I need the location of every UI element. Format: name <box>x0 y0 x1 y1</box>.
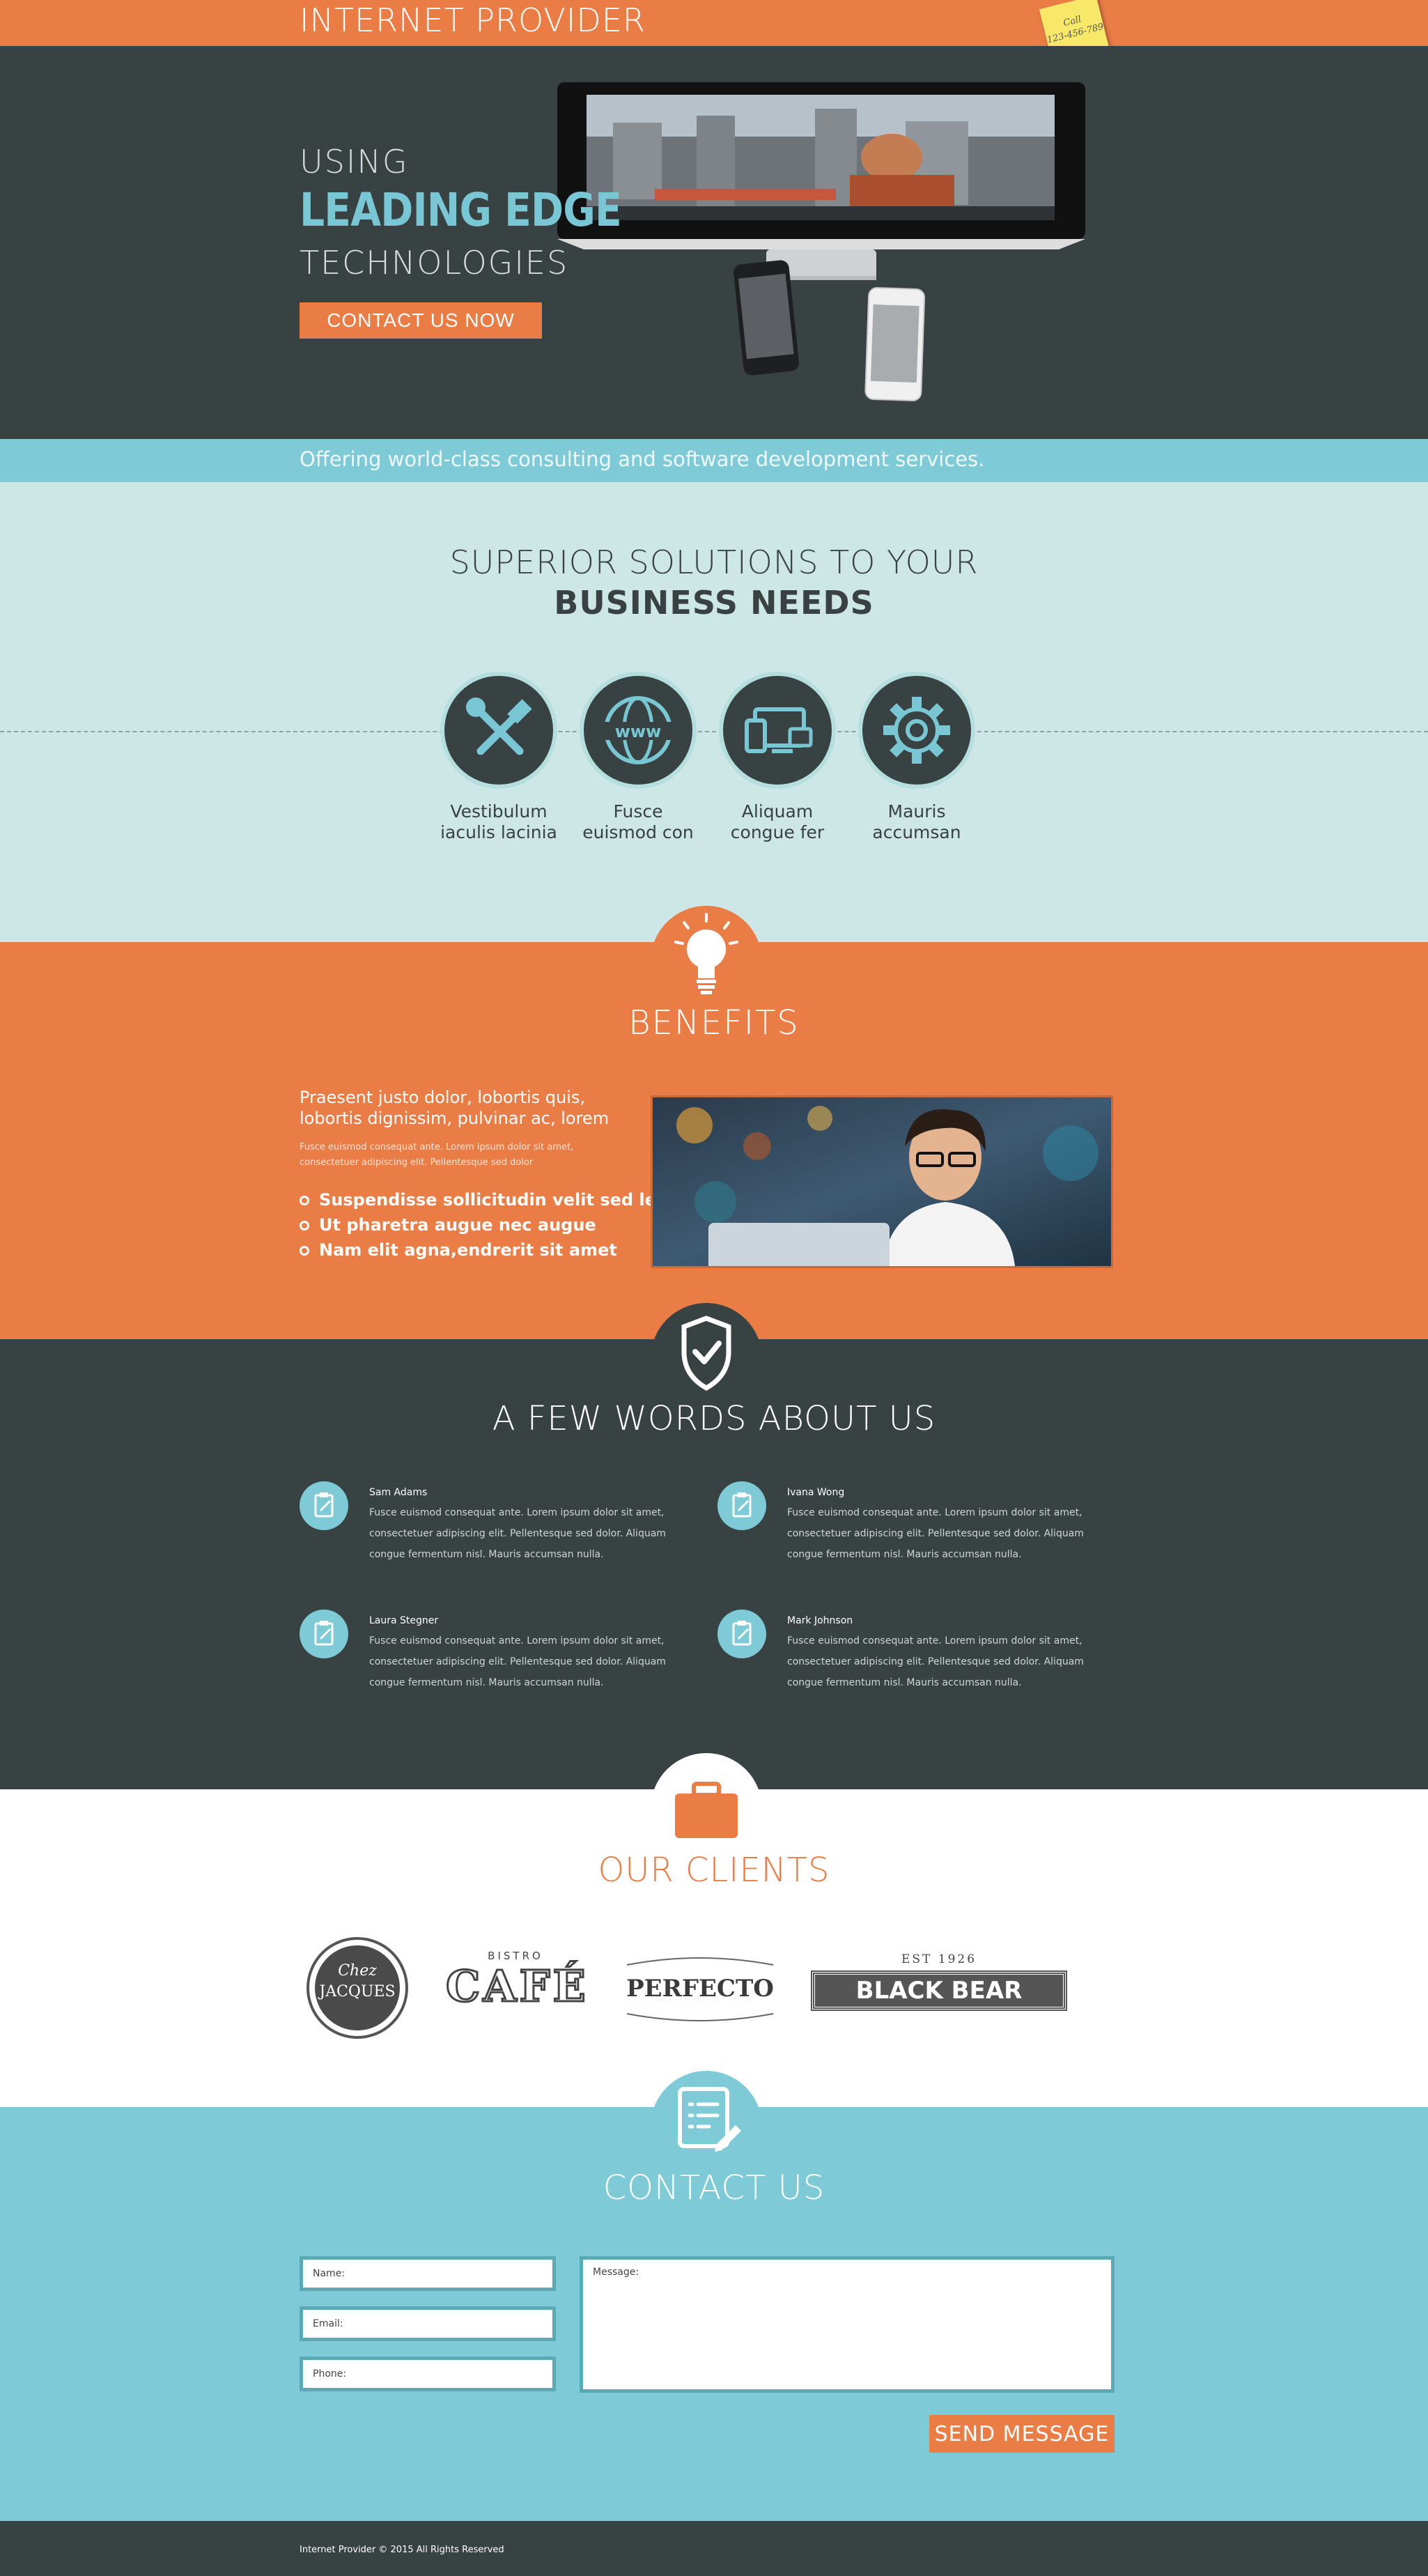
client-logo-perfecto[interactable]: PERFECTO <box>620 1951 780 2028</box>
contact-us-now-button[interactable]: CONTACT US NOW <box>300 302 542 339</box>
benefits-title: BENEFITS <box>628 1003 800 1042</box>
benefit-bullet-2: Ut pharetra augue nec augue <box>300 1215 596 1235</box>
benefit-bullet-3: Nam elit agna,endrerit sit amet <box>300 1240 617 1260</box>
form-edit-icon <box>678 2087 741 2152</box>
about-badge <box>651 1303 762 1414</box>
testimonial-name-1: Sam Adams <box>369 1487 428 1498</box>
benefits-badge <box>651 906 762 1017</box>
devices-icon <box>745 707 813 753</box>
name-field[interactable] <box>300 2256 556 2291</box>
client-logo-black-bear[interactable]: EST 1926 BLACK BEAR <box>811 1952 1067 2011</box>
email-field[interactable] <box>300 2306 556 2341</box>
solution-settings[interactable] <box>858 672 975 789</box>
testimonial-name-4: Mark Johnson <box>787 1615 853 1626</box>
clipboard-edit-icon <box>732 1493 752 1518</box>
bullet-icon <box>300 1246 309 1256</box>
copyright-text: Internet Provider © 2015 All Rights Rese… <box>300 2545 504 2555</box>
hero-line-using: USING <box>300 143 409 180</box>
brand-logo[interactable]: INTERNET PROVIDER <box>300 0 646 40</box>
lightbulb-icon <box>674 913 738 994</box>
contact-title: CONTACT US <box>603 2168 825 2207</box>
testimonial-text-1: Fusce euismod consequat ante. Lorem ipsu… <box>369 1507 666 1560</box>
testimonial-icon-3 <box>300 1610 348 1658</box>
clients-title: OUR CLIENTS <box>598 1851 830 1890</box>
top-bar <box>0 0 1428 46</box>
solutions-divider <box>0 731 1428 732</box>
hero-headline: LEADING EDGE <box>300 183 622 237</box>
client-logo-bistro-cafe[interactable]: BISTRO CAFÉ <box>445 1950 587 2019</box>
client-logo-chez-jacques[interactable]: Chez JACQUES <box>306 1937 408 2039</box>
solution-tools[interactable] <box>440 672 557 789</box>
bullet-icon <box>300 1196 309 1205</box>
testimonial-icon-1 <box>300 1481 348 1530</box>
contact-badge <box>651 2071 762 2182</box>
testimonial-text-2: Fusce euismod consequat ante. Lorem ipsu… <box>787 1507 1084 1560</box>
clipboard-edit-icon <box>314 1621 334 1646</box>
message-field[interactable] <box>580 2256 1115 2393</box>
benefits-description: Fusce euismod consequat ante. Lorem ipsu… <box>300 1142 574 1168</box>
footer <box>0 2521 1428 2576</box>
benefits-photo <box>651 1095 1113 1268</box>
clipboard-edit-icon <box>732 1621 752 1646</box>
solution-label-4: Mauris accumsan <box>872 801 961 842</box>
gear-icon <box>883 697 950 764</box>
tools-icon <box>466 697 532 755</box>
tagline-text: Offering world-class consulting and soft… <box>300 447 985 471</box>
solution-label-1: Vestibulum iaculis lacinia <box>440 801 557 842</box>
benefit-bullet-1: Suspendisse sollicitudin velit sed leo <box>300 1190 667 1210</box>
testimonial-text-4: Fusce euismod consequat ante. Lorem ipsu… <box>787 1635 1084 1688</box>
about-title: A FEW WORDS ABOUT US <box>492 1399 936 1438</box>
testimonial-name-2: Ivana Wong <box>787 1487 845 1498</box>
solution-devices[interactable] <box>719 672 836 789</box>
benefits-lead: Praesent justo dolor, lobortis quis, lob… <box>300 1088 610 1128</box>
send-message-button[interactable]: SEND MESSAGE <box>929 2415 1115 2453</box>
briefcase-icon <box>675 1782 738 1838</box>
hero-section <box>0 46 1428 439</box>
solutions-title-line1: SUPERIOR SOLUTIONS TO YOUR <box>449 543 979 581</box>
testimonial-name-3: Laura Stegner <box>369 1615 439 1626</box>
solutions-title-line2: BUSINESS NEEDS <box>554 584 874 622</box>
www-globe-icon: www <box>598 696 678 764</box>
svg-text:www: www <box>615 722 662 741</box>
shield-check-icon <box>681 1316 731 1391</box>
testimonial-text-3: Fusce euismod consequat ante. Lorem ipsu… <box>369 1635 666 1688</box>
testimonial-icon-2 <box>717 1481 766 1530</box>
testimonial-icon-4 <box>717 1610 766 1658</box>
bullet-icon <box>300 1221 309 1231</box>
solution-www[interactable]: www <box>580 672 697 789</box>
phone-field[interactable] <box>300 2357 556 2391</box>
solution-label-2: Fusce euismod con <box>582 801 694 842</box>
hero-devices-illustration <box>557 82 1085 401</box>
solution-label-3: Aliquam congue fer <box>730 801 825 842</box>
hero-line-technologies: TECHNOLOGIES <box>300 244 569 281</box>
clients-badge <box>651 1753 762 1865</box>
clipboard-edit-icon <box>314 1493 334 1518</box>
